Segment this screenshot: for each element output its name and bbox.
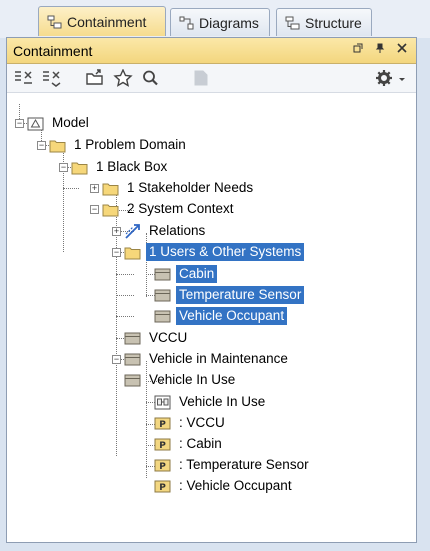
tree-node-part-cabin[interactable]: P : Cabin — [154, 434, 225, 454]
pin-panel-icon[interactable] — [374, 43, 386, 57]
tab-structure[interactable]: Structure — [276, 8, 372, 36]
relations-icon — [125, 223, 140, 239]
tree-node-stakeholder-needs[interactable]: 1 Stakeholder Needs — [102, 178, 256, 198]
float-panel-icon[interactable] — [352, 43, 364, 57]
tree-node-label: 1 Users & Other Systems — [146, 243, 305, 261]
tree-node-users-other-systems[interactable]: 1 Users & Other Systems — [124, 242, 305, 262]
collapse-black-box-toggle[interactable]: − — [59, 163, 68, 172]
folder-icon — [102, 183, 119, 195]
panel-controls — [352, 43, 408, 57]
tree-node-label: : VCCU — [179, 415, 225, 430]
containment-tab-icon — [47, 15, 62, 28]
folder-icon — [49, 140, 66, 152]
svg-text:P: P — [159, 483, 166, 493]
structure-tab-icon — [285, 16, 300, 29]
tree-node-vehicle-in-use-diagram[interactable]: Vehicle In Use — [154, 392, 268, 412]
tab-bar: Containment Diagrams Structure — [0, 0, 430, 38]
part-icon: P — [154, 417, 171, 430]
collapse-users-other-systems-toggle[interactable]: − — [112, 248, 121, 257]
tree-node-vehicle-in-use[interactable]: Vehicle In Use — [124, 370, 238, 390]
tree-node-part-temperature-sensor[interactable]: P : Temperature Sensor — [154, 455, 312, 475]
svg-text:P: P — [159, 462, 166, 472]
settings-dropdown-chevron-down-icon[interactable] — [397, 69, 407, 87]
panel-title: Containment — [13, 42, 93, 59]
tree-node-label: Model — [52, 115, 89, 130]
tree-node-label: Vehicle In Use — [149, 372, 236, 387]
tree-node-relations[interactable]: Relations — [124, 221, 208, 241]
collapse-system-context-toggle[interactable]: − — [90, 205, 99, 214]
tree-node-label: 1 Black Box — [96, 159, 168, 174]
tab-containment-label: Containment — [67, 13, 147, 30]
tree-node-label: VCCU — [149, 330, 188, 345]
containment-panel: Containment − − − + − + − − Model 1 Prob… — [6, 37, 417, 543]
tree-node-problem-domain[interactable]: 1 Problem Domain — [49, 135, 189, 155]
tab-containment[interactable]: Containment — [38, 6, 166, 36]
tree-node-label: : Vehicle Occupant — [179, 478, 292, 493]
expand-stakeholder-needs-toggle[interactable]: + — [90, 184, 99, 193]
block-icon — [124, 374, 141, 386]
tab-diagrams[interactable]: Diagrams — [170, 8, 270, 36]
tree-node-label: Relations — [149, 223, 206, 238]
collapse-problem-domain-toggle[interactable]: − — [37, 141, 46, 150]
tree-node-label: Vehicle in Maintenance — [149, 351, 288, 366]
svg-text:P: P — [159, 420, 166, 430]
diagrams-tab-icon — [179, 16, 194, 29]
tree-node-model[interactable]: Model — [27, 113, 92, 133]
collapse-vehicle-in-use-toggle[interactable]: − — [112, 355, 121, 364]
folder-icon — [102, 204, 119, 216]
part-icon: P — [154, 480, 171, 493]
tree-node-label: 1 Stakeholder Needs — [127, 180, 254, 195]
tree-node-black-box[interactable]: 1 Black Box — [71, 157, 170, 177]
tree-node-label: : Cabin — [179, 436, 222, 451]
collapse-model-toggle[interactable]: − — [15, 119, 24, 128]
folder-icon — [71, 162, 88, 174]
panel-titlebar: Containment — [7, 38, 416, 64]
tab-diagrams-label: Diagrams — [199, 14, 259, 31]
tree-node-label: Vehicle In Use — [179, 394, 266, 409]
tree-node-label: Vehicle Occupant — [176, 307, 288, 325]
tree-node-cabin[interactable]: Cabin — [154, 264, 218, 284]
tree-node-system-context[interactable]: 2 System Context — [102, 199, 237, 219]
block-icon — [124, 332, 141, 344]
part-icon: P — [154, 459, 171, 472]
tree-node-vehicle-occupant[interactable]: Vehicle Occupant — [154, 306, 288, 326]
tree-node-temperature-sensor[interactable]: Temperature Sensor — [154, 285, 305, 305]
block-icon — [154, 289, 171, 301]
folder-icon — [124, 247, 141, 259]
ibd-diagram-icon — [154, 395, 171, 409]
tree-node-part-vccu[interactable]: P : VCCU — [154, 413, 228, 433]
svg-text:P: P — [159, 441, 166, 451]
open-folder-icon[interactable] — [85, 69, 105, 87]
panel-toolbar — [7, 64, 416, 93]
tree-node-vehicle-in-maintenance[interactable]: Vehicle in Maintenance — [124, 349, 291, 369]
tree-node-part-vehicle-occupant[interactable]: P : Vehicle Occupant — [154, 476, 295, 496]
tab-structure-label: Structure — [305, 14, 362, 31]
block-icon — [124, 353, 141, 365]
tree-node-label: Temperature Sensor — [176, 286, 305, 304]
favorite-star-icon[interactable] — [113, 69, 133, 87]
expand-relations-toggle[interactable]: + — [112, 227, 121, 236]
tree-node-label: 2 System Context — [127, 201, 234, 216]
lock-element-icon[interactable] — [191, 69, 211, 87]
block-icon — [154, 268, 171, 280]
tree-node-label: Cabin — [176, 265, 218, 283]
settings-gear-icon[interactable] — [375, 69, 395, 87]
close-panel-icon[interactable] — [396, 43, 408, 57]
tree-node-label: 1 Problem Domain — [74, 137, 186, 152]
search-icon[interactable] — [141, 69, 161, 87]
part-icon: P — [154, 438, 171, 451]
collapse-all-icon[interactable] — [41, 69, 61, 87]
tree-node-vccu[interactable]: VCCU — [124, 328, 190, 348]
model-package-icon — [27, 117, 44, 130]
block-icon — [154, 310, 171, 322]
expand-all-icon[interactable] — [13, 69, 33, 87]
tree-node-label: : Temperature Sensor — [179, 457, 309, 472]
